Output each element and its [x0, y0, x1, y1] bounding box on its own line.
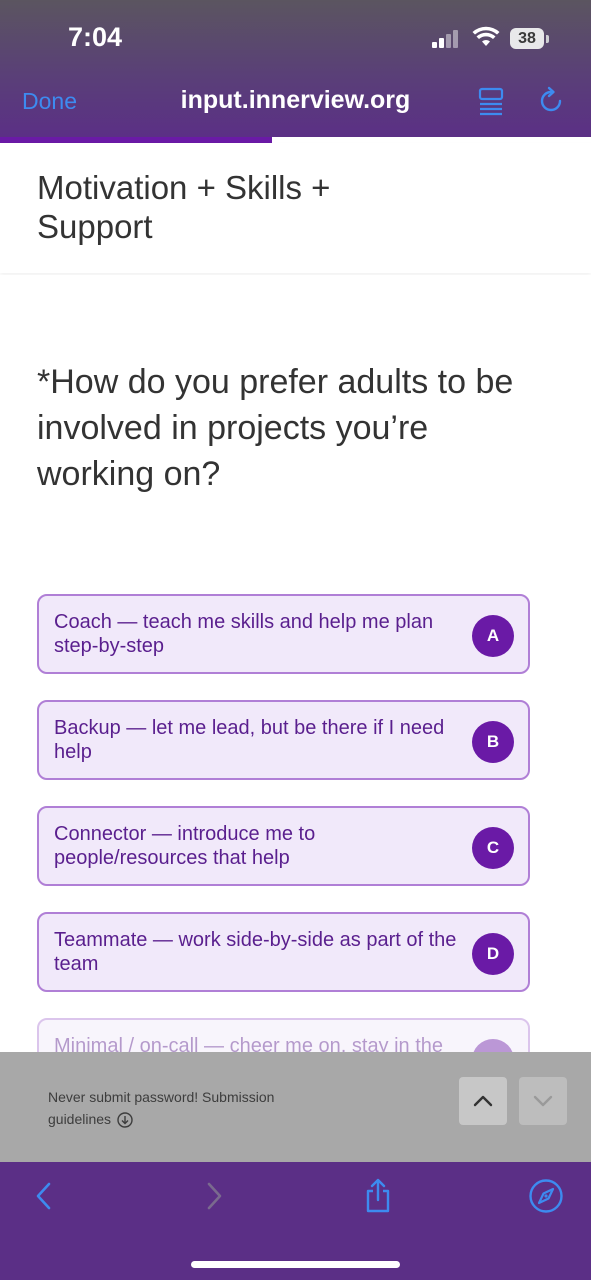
battery-cap — [546, 35, 549, 43]
back-button[interactable] — [24, 1176, 64, 1216]
cellular-signal-icon — [432, 30, 462, 48]
option-a[interactable]: Coach — teach me skills and help me plan… — [37, 594, 530, 674]
section-title: Motivation + Skills + Support — [37, 169, 331, 245]
option-key-badge: C — [472, 827, 514, 869]
option-c[interactable]: Connector — introduce me to people/resou… — [37, 806, 530, 886]
previous-question-button[interactable] — [459, 1077, 507, 1125]
option-key-badge: D — [472, 933, 514, 975]
chevron-left-icon — [36, 1182, 51, 1210]
password-warning[interactable]: Never submit password! Submission guidel… — [48, 1086, 308, 1130]
safari-button[interactable] — [526, 1176, 566, 1216]
compass-icon — [529, 1179, 563, 1213]
browser-toolbar — [0, 1162, 591, 1280]
reload-icon[interactable] — [536, 86, 566, 116]
forward-button[interactable] — [194, 1176, 234, 1216]
password-warning-text: Never submit password! Submission guidel… — [48, 1089, 275, 1127]
next-question-button[interactable] — [519, 1077, 567, 1125]
survey-content: *How do you prefer adults to be involved… — [0, 275, 591, 1055]
option-label: Teammate — work side-by-side as part of … — [54, 929, 457, 975]
option-label: Backup — let me lead, but be there if I … — [54, 717, 445, 763]
info-bar: Never submit password! Submission guidel… — [0, 1052, 591, 1162]
chevron-up-icon — [473, 1095, 493, 1107]
section-header: Motivation + Skills + Support — [0, 143, 591, 273]
browser-top-chrome: 7:04 38 Done input.innerview.org — [0, 0, 591, 140]
wifi-icon — [472, 26, 500, 46]
share-icon — [366, 1178, 390, 1213]
option-key-badge: B — [472, 721, 514, 763]
option-d[interactable]: Teammate — work side-by-side as part of … — [37, 912, 530, 992]
option-label: Coach — teach me skills and help me plan… — [54, 611, 434, 657]
download-icon[interactable] — [117, 1112, 133, 1128]
option-e[interactable]: Minimal / on-call — cheer me on, stay in… — [37, 1018, 530, 1055]
reader-view-icon[interactable] — [478, 86, 504, 116]
chevron-down-icon — [533, 1095, 553, 1107]
option-b[interactable]: Backup — let me lead, but be there if I … — [37, 700, 530, 780]
status-time: 7:04 — [68, 22, 123, 52]
option-label: Connector — introduce me to people/resou… — [54, 823, 316, 869]
question-text: *How do you prefer adults to be involved… — [37, 363, 514, 493]
option-key-badge: A — [472, 615, 514, 657]
home-indicator — [191, 1261, 400, 1268]
chevron-right-icon — [207, 1182, 222, 1210]
battery-indicator: 38 — [510, 28, 544, 49]
share-button[interactable] — [358, 1176, 398, 1216]
